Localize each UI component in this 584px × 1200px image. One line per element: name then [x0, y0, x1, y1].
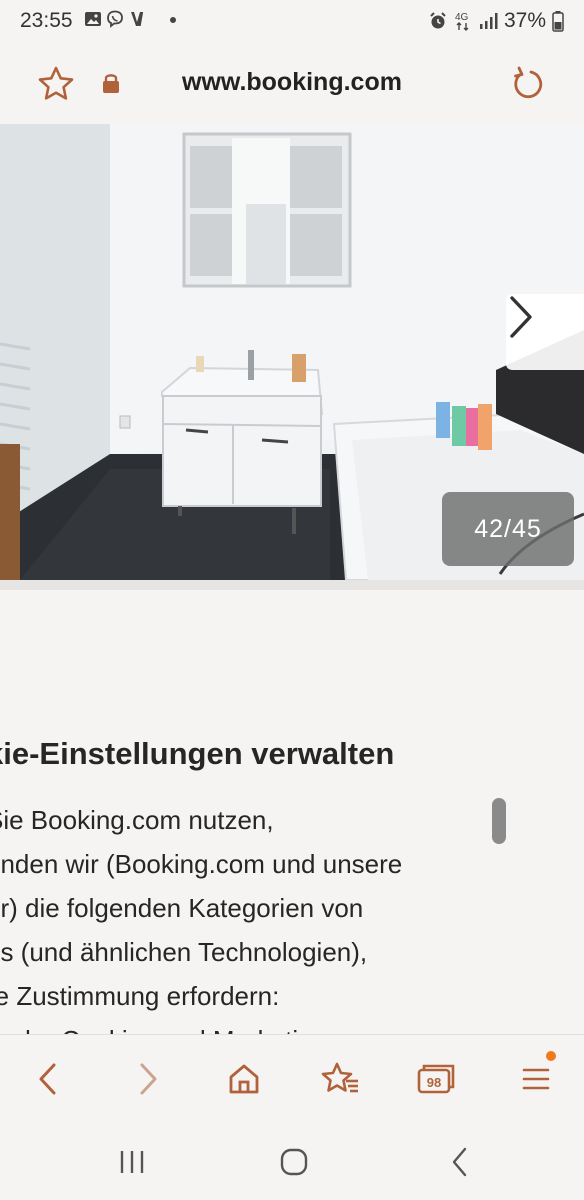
status-notification-icons: [84, 10, 146, 28]
system-back-button[interactable]: [438, 1144, 482, 1180]
home-button[interactable]: [222, 1057, 266, 1101]
tabs-button[interactable]: 98: [414, 1057, 458, 1101]
tabs-count: 98: [427, 1075, 441, 1090]
forward-icon: [140, 1063, 157, 1095]
photo-counter: 42/45: [442, 492, 574, 566]
v-icon: [131, 12, 144, 26]
battery-icon: [552, 11, 564, 32]
cookie-text: Sie Booking.com nutzen, enden wir (Booki…: [0, 798, 506, 1034]
next-photo-button[interactable]: [506, 294, 584, 370]
forward-button[interactable]: [126, 1057, 170, 1101]
recent-apps-icon: [120, 1151, 144, 1173]
url-text[interactable]: www.booking.com: [0, 68, 584, 97]
menu-icon: [522, 1068, 550, 1090]
cookie-text-line: re Zustimmung erfordern:: [0, 981, 280, 1011]
system-back-icon: [452, 1147, 467, 1177]
bookmarks-icon: [321, 1062, 358, 1093]
recent-apps-button[interactable]: [110, 1144, 154, 1180]
divider: [0, 580, 584, 590]
svg-text:4G: 4G: [455, 12, 469, 23]
status-time: 23:55: [20, 9, 73, 32]
gallery-icon: [85, 12, 101, 26]
home-circle-icon: [280, 1148, 308, 1176]
hotel-photo[interactable]: 42/45: [0, 124, 584, 580]
cookie-text-line: es (und ähnlichen Technologien),: [0, 937, 368, 967]
back-button[interactable]: [26, 1057, 70, 1101]
home-icon: [229, 1064, 259, 1094]
home-system-button[interactable]: [272, 1144, 316, 1180]
signal-icon: [479, 13, 498, 29]
alarm-icon: [430, 12, 446, 29]
browser-toolbar: 98: [0, 1034, 584, 1120]
viber-icon: [107, 10, 123, 28]
reload-button[interactable]: [508, 64, 548, 104]
system-nav-bar: [0, 1120, 584, 1200]
address-bar: www.booking.com: [0, 44, 584, 124]
cookie-text-line: er) die folgenden Kategorien von: [0, 893, 364, 923]
cookie-settings-panel: kie-Einstellungen verwalten Sie Booking.…: [0, 590, 584, 1034]
reload-icon: [514, 66, 543, 99]
status-bar: 23:55 4G 37%: [0, 0, 584, 44]
menu-badge: [546, 1051, 556, 1061]
bookmarks-button[interactable]: [318, 1057, 362, 1101]
cookie-text-line: tische Cookies und Marketing: [0, 1018, 506, 1034]
cookie-title: kie-Einstellungen verwalten: [0, 736, 395, 771]
menu-button[interactable]: [514, 1051, 558, 1101]
tabs-icon: 98: [417, 1064, 455, 1094]
status-more-dot: [170, 17, 176, 23]
status-system-icons: 4G 37%: [428, 9, 564, 33]
back-icon: [39, 1063, 56, 1095]
cookie-text-line: enden wir (Booking.com und unsere: [0, 849, 403, 879]
cookie-text-line: Sie Booking.com nutzen,: [0, 805, 274, 835]
4g-icon: 4G: [455, 12, 469, 31]
scrollbar-thumb[interactable]: [492, 798, 506, 844]
chevron-right-icon: [510, 296, 532, 338]
battery-percent: 37%: [503, 9, 546, 32]
